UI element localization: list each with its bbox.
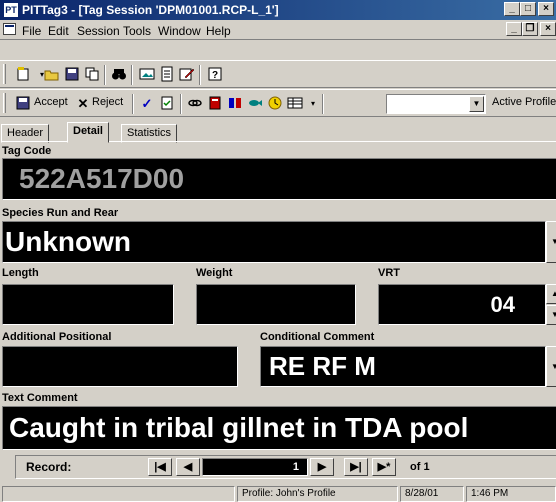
grid-dropdown-icon[interactable]: ▾ (304, 95, 322, 113)
tag-code-field[interactable]: 522A517D00 (2, 158, 556, 200)
next-record-button[interactable]: ▶ (310, 458, 334, 476)
chevron-down-icon[interactable]: ▼ (469, 96, 484, 112)
image-icon[interactable] (138, 66, 156, 84)
session-toolbar: Accept ✕ Reject ✓ ▾ ▼ Active Profile (0, 89, 556, 117)
status-bar: Profile: John's Profile 8/28/01 1:46 PM (0, 485, 556, 502)
menu-edit[interactable]: Edit (48, 24, 69, 38)
menu-session[interactable]: Session (77, 24, 120, 38)
species-dropdown-button[interactable]: ▼ (546, 221, 556, 263)
checkmark-icon[interactable]: ✓ (138, 95, 156, 113)
weight-field[interactable] (196, 284, 356, 325)
svg-text:?: ? (212, 70, 218, 81)
vrt-spin-up-button[interactable]: ▲ (546, 284, 556, 304)
conditional-comment-label: Conditional Comment (260, 331, 375, 343)
additional-positional-field[interactable] (2, 346, 238, 387)
length-field[interactable] (2, 284, 174, 325)
grid-icon[interactable] (286, 95, 304, 113)
accept-button[interactable]: Accept (34, 96, 68, 108)
fish-icon[interactable] (246, 95, 264, 113)
standard-toolbar: ▾ ? (0, 60, 556, 88)
text-comment-label: Text Comment (2, 392, 78, 404)
active-profile-label: Active Profile (492, 96, 556, 108)
form-icon[interactable] (158, 95, 176, 113)
conditional-comment-dropdown-button[interactable]: ▼ (546, 346, 556, 387)
new-icon[interactable] (14, 66, 32, 84)
maximize-button[interactable]: □ (520, 2, 536, 16)
binoculars-icon[interactable] (110, 66, 128, 84)
minimize-button[interactable]: _ (504, 2, 520, 16)
vrt-label: VRT (378, 267, 400, 279)
toolbar-separator (131, 65, 133, 85)
menu-help[interactable]: Help (206, 24, 231, 38)
status-panel-main (2, 486, 235, 502)
tag-code-label: Tag Code (2, 145, 52, 157)
save-icon[interactable] (63, 66, 81, 84)
status-date: 8/28/01 (400, 486, 464, 502)
conditional-comment-field[interactable]: RE RF M (260, 346, 546, 387)
menu-window[interactable]: Window (158, 24, 201, 38)
toolbar-separator (104, 65, 106, 85)
reject-x-icon[interactable]: ✕ (74, 95, 92, 113)
clock-icon[interactable] (266, 95, 284, 113)
app-icon[interactable]: PT (3, 2, 19, 18)
document-icon[interactable] (158, 66, 176, 84)
record-number-field[interactable]: 1 (202, 458, 308, 476)
menu-tools[interactable]: Tools (123, 24, 151, 38)
previous-record-button[interactable]: ◀ (176, 458, 200, 476)
species-run-rear-field[interactable]: Unknown (2, 221, 546, 263)
window-title: PITTag3 - [Tag Session 'DPM01001.RCP-L_1… (22, 3, 279, 17)
menu-bar: File Edit Session Tools Window Help _ ❐ … (0, 20, 556, 40)
status-profile: Profile: John's Profile (237, 486, 398, 502)
reject-button[interactable]: Reject (92, 96, 123, 108)
tools-icon[interactable] (226, 95, 244, 113)
help-icon[interactable]: ? (206, 66, 224, 84)
status-time: 1:46 PM (466, 486, 556, 502)
accept-save-icon[interactable] (14, 95, 32, 113)
vrt-spin-down-button[interactable]: ▼ (546, 305, 556, 325)
document-menu-icon[interactable] (3, 23, 16, 35)
length-label: Length (2, 267, 39, 279)
toolbar-grip[interactable] (3, 93, 6, 113)
edit-icon[interactable] (178, 66, 196, 84)
toolbar-separator (322, 94, 324, 114)
weight-label: Weight (196, 267, 233, 279)
record-label: Record: (26, 460, 72, 474)
app-window: PT PITTag3 - [Tag Session 'DPM01001.RCP-… (0, 0, 556, 502)
toolbar-separator (199, 65, 201, 85)
new-record-button[interactable]: ▶* (372, 458, 396, 476)
last-record-button[interactable]: ▶| (344, 458, 368, 476)
species-run-rear-label: Species Run and Rear (2, 207, 119, 219)
record-navigator: Record: |◀ ◀ 1 ▶ ▶| ▶* of 1 (15, 455, 556, 479)
toolbar-grip[interactable] (3, 64, 6, 84)
open-icon[interactable] (43, 66, 61, 84)
record-count-text: of 1 (410, 461, 430, 473)
link-icon[interactable] (186, 95, 204, 113)
tab-detail[interactable]: Detail (67, 122, 109, 143)
mdi-close-button[interactable]: × (540, 22, 556, 36)
additional-positional-label: Additional Positional (2, 331, 112, 343)
toolbar-separator (180, 94, 182, 114)
mdi-restore-button[interactable]: ❐ (522, 22, 538, 36)
mdi-minimize-button[interactable]: _ (506, 22, 522, 36)
toolbar-separator (132, 94, 134, 114)
vrt-field[interactable]: 04 (378, 284, 546, 325)
book-icon[interactable] (206, 95, 224, 113)
menu-file[interactable]: File (22, 24, 41, 38)
copy-icon[interactable] (83, 66, 101, 84)
first-record-button[interactable]: |◀ (148, 458, 172, 476)
title-bar[interactable]: PT PITTag3 - [Tag Session 'DPM01001.RCP-… (0, 0, 556, 20)
close-button[interactable]: × (538, 2, 554, 16)
profile-combo[interactable]: ▼ (386, 94, 486, 114)
text-comment-field[interactable]: Caught in tribal gillnet in TDA pool (2, 406, 556, 450)
